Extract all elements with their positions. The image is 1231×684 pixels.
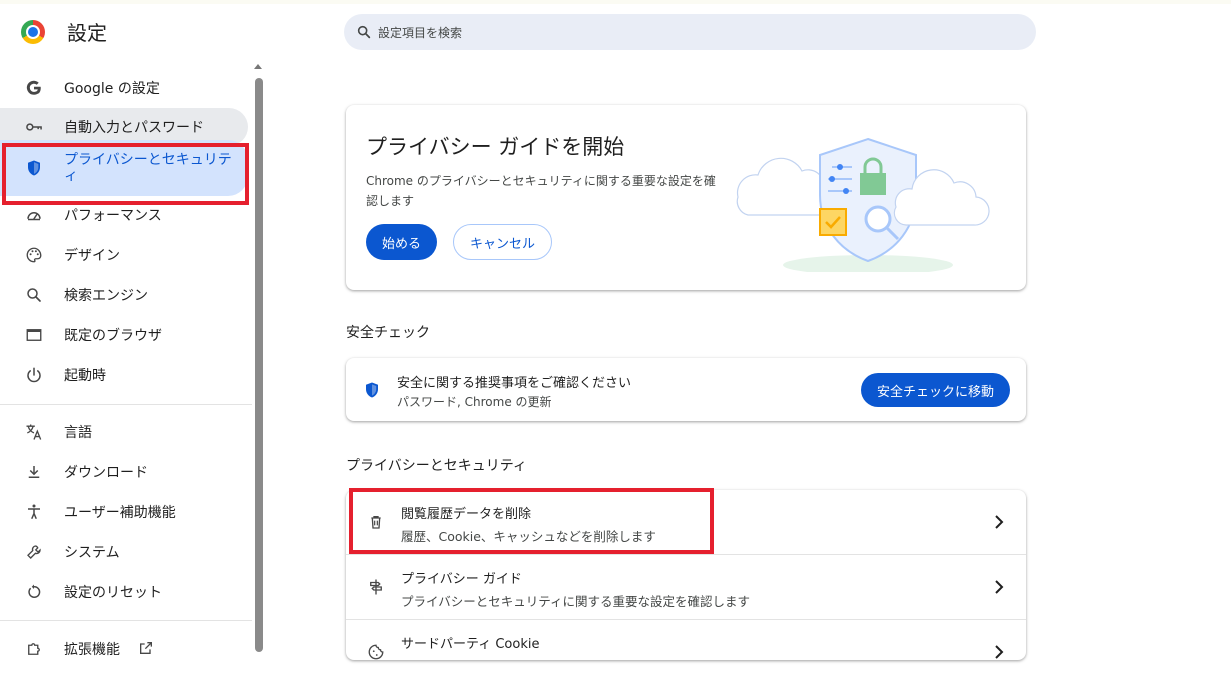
cookie-icon (366, 642, 386, 662)
sidebar-item-label: 設定のリセット (64, 585, 162, 601)
start-button[interactable]: 始める (366, 224, 437, 260)
sidebar-item-label: パフォーマンス (64, 208, 162, 224)
safety-check-title: 安全に関する推奨事項をご確認ください (397, 376, 632, 391)
privacy-guide-illustration (736, 137, 990, 272)
page-title: 設定 (67, 21, 107, 45)
sidebar-item-label: Google の設定 (64, 81, 160, 97)
privacy-guide-description: Chrome のプライバシーとセキュリティに関する重要な設定を確認します (366, 174, 716, 208)
list-item-subtitle: プライバシーとセキュリティに関する重要な設定を確認します (401, 594, 751, 609)
browser-window-icon (24, 325, 44, 345)
sidebar-item-accessibility[interactable]: ユーザー補助機能 (0, 493, 248, 531)
highlight-box (349, 488, 714, 554)
chevron-right-icon (992, 643, 1006, 661)
list-item-privacy-guide[interactable]: プライバシー ガイド プライバシーとセキュリティに関する重要な設定を確認します (346, 555, 1026, 619)
sidebar-item-label: ユーザー補助機能 (64, 505, 176, 521)
sidebar-item-reset[interactable]: 設定のリセット (0, 573, 248, 611)
sidebar-item-label: 既定のブラウザ (64, 328, 162, 344)
sidebar-item-label: 拡張機能 (64, 642, 120, 658)
google-g-icon (24, 78, 44, 98)
sidebar-item-label: ダウンロード (64, 465, 148, 481)
sidebar-item-system[interactable]: システム (0, 533, 248, 571)
privacy-guide-title: プライバシー ガイドを開始 (366, 135, 625, 159)
sidebar-item-extensions[interactable]: 拡張機能 (0, 630, 248, 668)
sidebar-item-label: システム (64, 545, 120, 561)
sidebar-item-google[interactable]: Google の設定 (0, 69, 248, 107)
sidebar-item-label: 検索エンジン (64, 288, 148, 304)
list-item-title: サードパーティ Cookie (401, 637, 540, 652)
sidebar-item-default-browser[interactable]: 既定のブラウザ (0, 316, 248, 354)
puzzle-icon (24, 639, 44, 659)
privacy-security-section-title: プライバシーとセキュリティ (346, 458, 527, 474)
chevron-right-icon (992, 578, 1006, 596)
top-strip (0, 0, 1231, 4)
safety-check-section-title: 安全チェック (346, 325, 430, 341)
sidebar-scrollbar[interactable] (255, 78, 263, 652)
sidebar-item-label: 起動時 (64, 368, 106, 384)
safety-check-card: 安全に関する推奨事項をご確認ください パスワード, Chrome の更新 安全チ… (346, 358, 1026, 421)
search-input[interactable]: 設定項目を検索 (344, 14, 1036, 50)
scroll-up-arrow-icon[interactable] (254, 64, 262, 69)
cancel-button[interactable]: キャンセル (453, 224, 552, 260)
key-icon (24, 117, 44, 137)
sidebar-item-label: デザイン (64, 248, 120, 264)
sidebar-item-label: 言語 (64, 425, 92, 441)
accessibility-icon (24, 502, 44, 522)
translate-icon (24, 422, 44, 442)
power-icon (24, 365, 44, 385)
download-icon (24, 462, 44, 482)
sidebar-item-search-engine[interactable]: 検索エンジン (0, 276, 248, 314)
sidebar-item-downloads[interactable]: ダウンロード (0, 453, 248, 491)
safety-check-button[interactable]: 安全チェックに移動 (861, 373, 1010, 407)
search-icon (24, 285, 44, 305)
reset-icon (24, 582, 44, 602)
sidebar-item-label: 自動入力とパスワード (64, 120, 204, 136)
open-external-icon (140, 642, 152, 654)
sidebar-item-design[interactable]: デザイン (0, 236, 248, 274)
shield-icon (366, 382, 378, 398)
sidebar-divider (0, 620, 252, 621)
wrench-icon (24, 542, 44, 562)
search-icon (357, 25, 371, 39)
chrome-logo-icon (21, 20, 45, 44)
palette-icon (24, 245, 44, 265)
list-item-third-party-cookies[interactable]: サードパーティ Cookie (346, 620, 1026, 684)
sidebar-divider (0, 404, 252, 405)
search-placeholder: 設定項目を検索 (378, 25, 463, 40)
safety-check-subtitle: パスワード, Chrome の更新 (397, 395, 552, 409)
highlight-box (2, 143, 249, 205)
sidebar-item-startup[interactable]: 起動時 (0, 356, 248, 394)
sidebar-item-language[interactable]: 言語 (0, 413, 248, 451)
list-item-title: プライバシー ガイド (401, 572, 522, 587)
privacy-guide-card: プライバシー ガイドを開始 Chrome のプライバシーとセキュリティに関する重… (346, 105, 1026, 290)
chevron-right-icon (992, 513, 1006, 531)
speedometer-icon (24, 205, 44, 225)
guide-icon (366, 577, 386, 597)
